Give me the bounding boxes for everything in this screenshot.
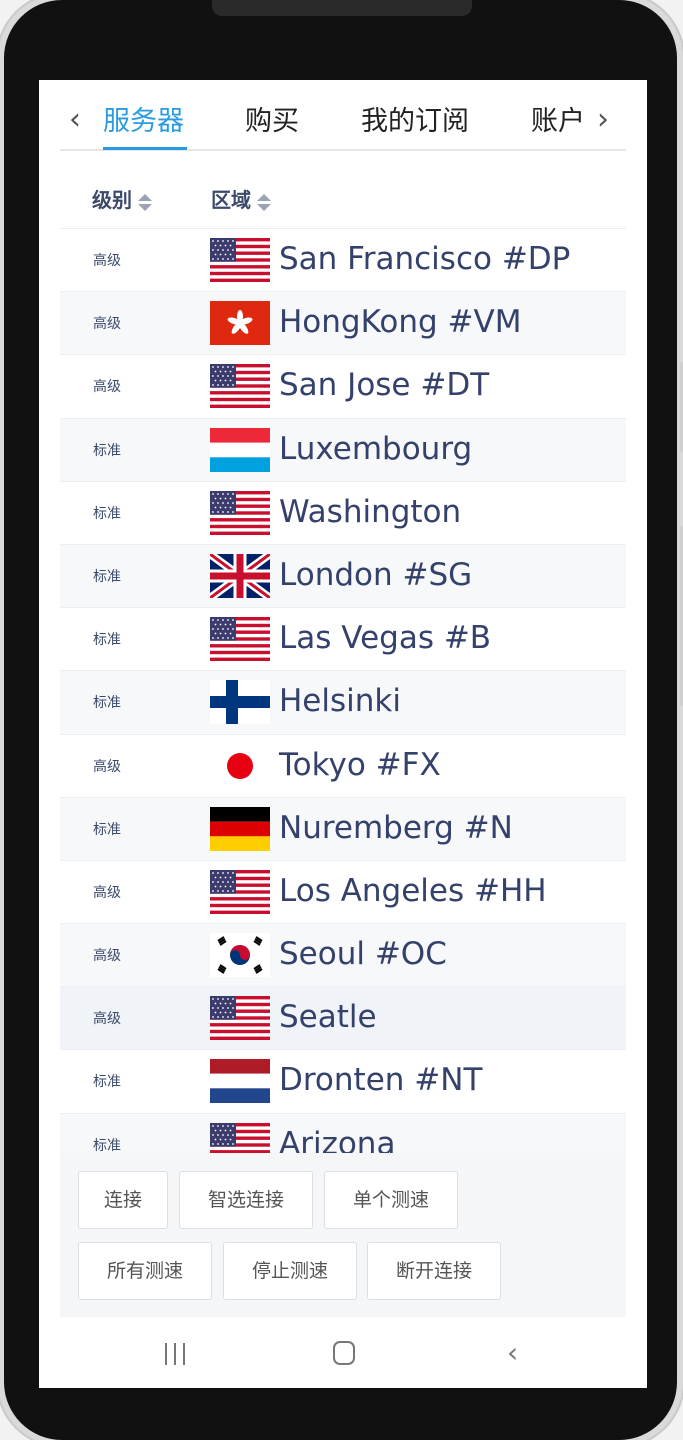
server-row[interactable]: 标准 London #SG xyxy=(60,543,626,608)
server-level: 高级 xyxy=(93,1011,121,1028)
column-header-region[interactable]: 区域 xyxy=(211,184,271,213)
system-navigation-bar: ‹ xyxy=(39,1317,647,1388)
us-flag-icon xyxy=(210,364,270,409)
server-row[interactable]: 标准 Helsinki xyxy=(60,670,626,734)
gb-flag-icon xyxy=(210,553,270,598)
server-region: San Jose #DT xyxy=(279,367,490,404)
disconnect-button[interactable]: 断开连接 xyxy=(367,1242,501,1300)
recent-apps-icon[interactable] xyxy=(163,1343,187,1365)
app-screen: ‹ 服务器 购买 我的订阅 账户 › 级别 区域 高级 San Francisc… xyxy=(39,80,647,1388)
jp-flag-icon xyxy=(210,743,270,788)
us-flag-icon xyxy=(210,238,270,282)
server-level: 高级 xyxy=(93,948,121,965)
tab-my-subscriptions[interactable]: 我的订阅 xyxy=(361,104,469,140)
server-row[interactable]: 高级 Seoul #OC xyxy=(60,923,626,987)
lu-flag-icon xyxy=(210,427,270,472)
action-button-panel: 连接 智选连接 单个测速 所有测速 停止测速 断开连接 xyxy=(60,1153,626,1317)
server-region: HongKong #VM xyxy=(279,304,522,341)
server-level: 标准 xyxy=(93,1074,121,1091)
server-level: 高级 xyxy=(93,884,121,901)
server-row[interactable]: 标准 Washington xyxy=(60,480,626,544)
tab-servers[interactable]: 服务器 xyxy=(103,104,184,140)
server-level: 标准 xyxy=(93,821,121,838)
kr-flag-icon xyxy=(210,933,270,978)
fi-flag-icon xyxy=(210,680,270,725)
column-header-level[interactable]: 级别 xyxy=(92,184,152,213)
server-region: Seoul #OC xyxy=(279,936,447,973)
server-row[interactable]: 标准 Las Vegas #B xyxy=(60,607,626,670)
tab-purchase[interactable]: 购买 xyxy=(245,104,299,140)
sort-icon[interactable] xyxy=(138,192,152,212)
server-level: 高级 xyxy=(93,316,121,333)
server-region: London #SG xyxy=(279,556,473,593)
us-flag-icon xyxy=(210,869,270,914)
column-header-region-label: 区域 xyxy=(211,188,251,212)
server-row[interactable]: 高级 Tokyo #FX xyxy=(60,733,626,797)
server-row[interactable]: 标准 Dronten #NT xyxy=(60,1049,626,1112)
home-icon[interactable] xyxy=(333,1341,355,1365)
us-flag-icon xyxy=(210,1122,270,1153)
server-region: Los Angeles #HH xyxy=(279,872,547,909)
server-row[interactable]: 高级 Los Angeles #HH xyxy=(60,859,626,923)
server-level: 标准 xyxy=(93,632,121,649)
server-row[interactable]: 高级 San Francisco #DP xyxy=(60,228,626,291)
hk-flag-icon xyxy=(210,301,270,346)
connect-button[interactable]: 连接 xyxy=(78,1171,168,1229)
server-region: Tokyo #FX xyxy=(279,746,441,783)
de-flag-icon xyxy=(210,806,270,851)
tab-account[interactable]: 账户 xyxy=(531,104,585,140)
server-level: 标准 xyxy=(93,695,121,712)
server-row[interactable]: 高级 Seatle xyxy=(60,986,626,1050)
phone-frame: ‹ 服务器 购买 我的订阅 账户 › 级别 区域 高级 San Francisc… xyxy=(4,0,683,1440)
smart-connect-button[interactable]: 智选连接 xyxy=(179,1171,313,1229)
server-region: Dronten #NT xyxy=(279,1062,483,1099)
table-header: 级别 区域 xyxy=(60,172,626,228)
server-level: 高级 xyxy=(93,379,121,396)
server-region: Luxembourg xyxy=(279,430,473,467)
server-level: 高级 xyxy=(93,758,121,775)
server-region: Washington xyxy=(279,493,462,530)
server-region: Arizona xyxy=(279,1125,396,1153)
server-row[interactable]: 标准 Luxembourg xyxy=(60,417,626,481)
server-region: Nuremberg #N xyxy=(279,809,513,846)
server-level: 高级 xyxy=(93,253,121,269)
server-region: San Francisco #DP xyxy=(279,241,571,277)
server-level: 标准 xyxy=(93,505,121,522)
us-flag-icon xyxy=(210,490,270,535)
all-speedtest-button[interactable]: 所有测速 xyxy=(78,1242,212,1300)
tab-active-indicator xyxy=(103,147,187,150)
server-region: Helsinki xyxy=(279,683,401,720)
server-list[interactable]: 高级 San Francisco #DP 高级 HongKong #VM 高级 … xyxy=(60,228,626,1153)
stop-speedtest-button[interactable]: 停止测速 xyxy=(223,1242,357,1300)
server-level: 标准 xyxy=(93,1137,121,1153)
chevron-right-icon[interactable]: › xyxy=(597,100,609,140)
server-row[interactable]: 高级 San Jose #DT xyxy=(60,354,626,417)
us-flag-icon xyxy=(210,996,270,1041)
server-row[interactable]: 标准 Nuremberg #N xyxy=(60,796,626,860)
us-flag-icon xyxy=(210,617,270,662)
phone-notch xyxy=(212,0,472,16)
tab-bar: ‹ 服务器 购买 我的订阅 账户 › xyxy=(39,80,647,152)
server-region: Las Vegas #B xyxy=(279,620,492,657)
back-icon[interactable]: ‹ xyxy=(507,1339,518,1367)
column-header-level-label: 级别 xyxy=(92,188,132,212)
server-row[interactable]: 高级 HongKong #VM xyxy=(60,291,626,355)
server-level: 标准 xyxy=(93,568,121,585)
sort-icon[interactable] xyxy=(257,192,271,212)
chevron-left-icon[interactable]: ‹ xyxy=(69,100,81,140)
nl-flag-icon xyxy=(210,1059,270,1104)
single-speedtest-button[interactable]: 单个测速 xyxy=(324,1171,458,1229)
server-level: 标准 xyxy=(93,442,121,459)
server-region: Seatle xyxy=(279,999,377,1036)
server-row[interactable]: 标准 Arizona xyxy=(60,1112,626,1153)
